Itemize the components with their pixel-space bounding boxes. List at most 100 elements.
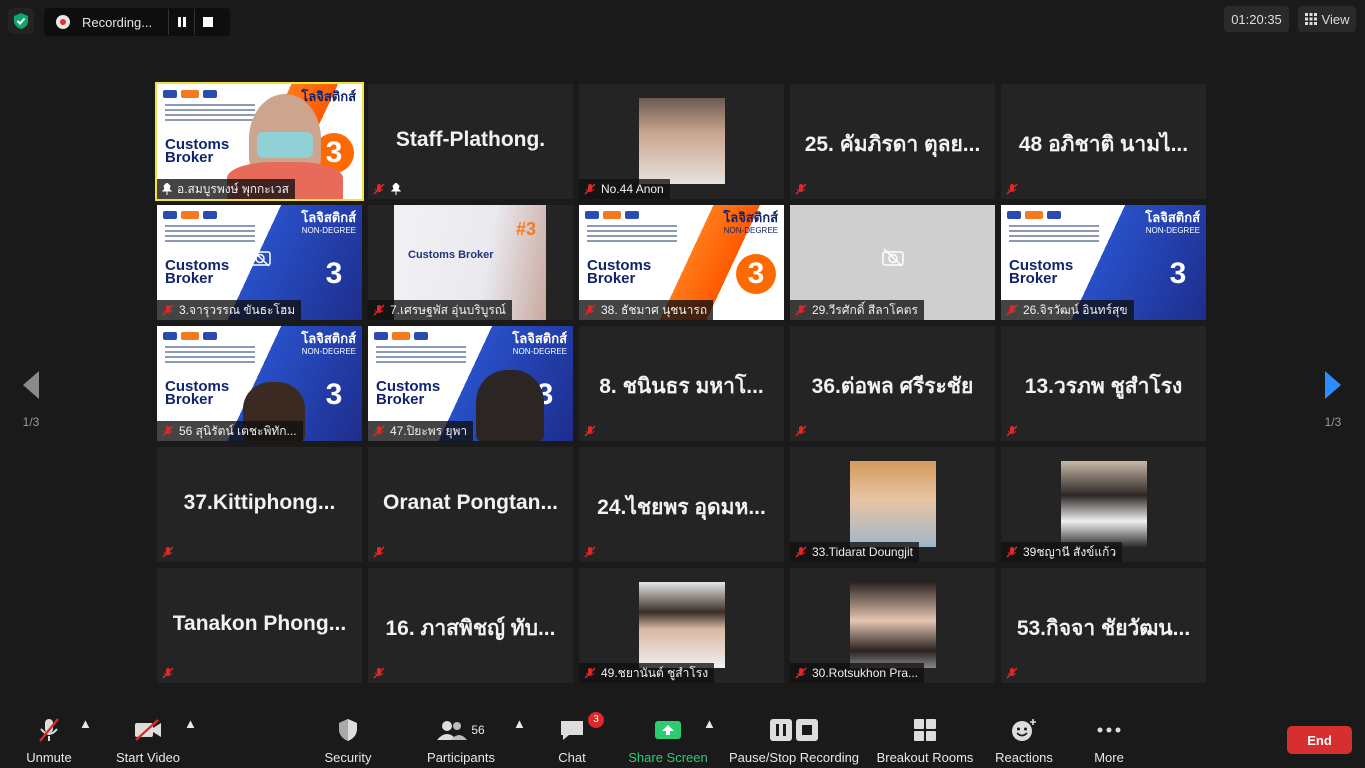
- participant-avatar: [849, 461, 936, 547]
- view-button[interactable]: View: [1298, 6, 1356, 32]
- mic-muted-icon: [373, 425, 385, 437]
- participants-count: 56: [471, 723, 485, 737]
- mic-muted-icon: [584, 183, 596, 195]
- pause-recording-button[interactable]: [168, 9, 194, 35]
- stop-icon: [796, 719, 818, 741]
- participant-avatar: [638, 98, 725, 184]
- mic-muted-icon: [795, 546, 807, 558]
- participant-name-label: [790, 179, 814, 199]
- participant-name-label: [157, 663, 181, 683]
- mic-muted-icon: [584, 304, 596, 316]
- stop-icon: [202, 17, 213, 27]
- recording-indicator: Recording...: [44, 8, 230, 36]
- mic-muted-icon: [795, 183, 807, 195]
- video-tile[interactable]: 29.วีรศักดิ์ สีลาโคตร: [790, 205, 995, 320]
- chevron-left-icon: [23, 371, 39, 399]
- participant-name-label: 56 สุนิรัตน์ เตชะพิทัก...: [157, 421, 303, 441]
- video-tile[interactable]: 25. คัมภิรดา ตุลย...: [790, 84, 995, 199]
- video-tile[interactable]: 39ชญานี สังข์แก้ว: [1001, 447, 1206, 562]
- reactions-icon: [1012, 719, 1036, 741]
- share-options-caret[interactable]: ▲: [703, 716, 716, 731]
- security-button[interactable]: Security: [318, 716, 378, 765]
- mic-muted-icon: [1006, 546, 1018, 558]
- video-tile[interactable]: Customs Broker โลจิสติกส์ 3 อ.สมบูรพงษ์ พ…: [155, 82, 364, 201]
- prev-page-button[interactable]: 1/3: [16, 370, 46, 429]
- video-tile[interactable]: 33.Tidarat Doungjit: [790, 447, 995, 562]
- participant-name: Staff-Plathong.: [395, 128, 546, 151]
- video-tile[interactable]: 16. ภาสพิชญ์ ทับ...: [368, 568, 573, 683]
- participants-options-caret[interactable]: ▲: [513, 716, 526, 731]
- meeting-timer: 01:20:35: [1224, 6, 1289, 32]
- end-meeting-button[interactable]: End: [1287, 726, 1352, 754]
- participant-name-label: [368, 179, 408, 199]
- video-tile[interactable]: Customs Broker #3 7.เศรษฐพัส อุ่นบริบูรณ…: [368, 205, 573, 320]
- more-button[interactable]: More: [1086, 716, 1132, 765]
- video-tile[interactable]: Customs Broker โลจิสติกส์ NON-DEGREE 3 38.…: [579, 205, 784, 320]
- security-shield-icon[interactable]: [8, 8, 34, 34]
- page-indicator-left: 1/3: [22, 415, 40, 429]
- video-tile[interactable]: Customs Broker โลจิสติกส์ NON-DEGREE 3 47.…: [368, 326, 573, 441]
- video-tile[interactable]: 30.Rotsukhon Pra...: [790, 568, 995, 683]
- pause-stop-recording-button[interactable]: Pause/Stop Recording: [726, 716, 862, 765]
- pin-icon: [390, 183, 402, 195]
- video-tile[interactable]: 53.กิจจา ชัยวัฒน...: [1001, 568, 1206, 683]
- stop-recording-button[interactable]: [194, 9, 220, 35]
- mic-muted-icon: [1006, 183, 1018, 195]
- pause-icon: [770, 719, 792, 741]
- video-tile[interactable]: 48 อภิชาติ นามไ...: [1001, 84, 1206, 199]
- participant-name-label: [579, 542, 603, 562]
- participant-name: 16. ภาสพิชญ์ ทับ...: [385, 617, 556, 640]
- video-tile[interactable]: No.44 Anon: [579, 84, 784, 199]
- mic-muted-icon: [795, 304, 807, 316]
- chat-icon: [561, 721, 583, 740]
- camera-off-icon: [881, 248, 904, 267]
- shield-icon: [339, 719, 357, 741]
- video-tile[interactable]: Customs Broker โลจิสติกส์ NON-DEGREE 3 3.จ…: [157, 205, 362, 320]
- participant-name-label: 3.จารุวรรณ ขันธะโฮม: [157, 300, 302, 320]
- meeting-toolbar: Unmute ▲ Start Video ▲ Security 56 Parti…: [0, 706, 1365, 768]
- mic-muted-icon: [584, 667, 596, 679]
- video-tile[interactable]: Customs Broker โลจิสติกส์ NON-DEGREE 3 56 …: [157, 326, 362, 441]
- video-tile[interactable]: 49.ชยานันต์ ชูสำโรง: [579, 568, 784, 683]
- mic-muted-icon: [162, 304, 174, 316]
- mic-muted-icon: [39, 718, 59, 742]
- video-tile[interactable]: Customs Broker โลจิสติกส์ NON-DEGREE 3 26.…: [1001, 205, 1206, 320]
- participant-name-label: 33.Tidarat Doungjit: [790, 542, 919, 562]
- chat-button[interactable]: 3 Chat: [550, 712, 604, 765]
- grid-view-icon: [1304, 13, 1317, 25]
- video-tile[interactable]: 8. ชนินธร มหาโ...: [579, 326, 784, 441]
- video-tile[interactable]: Oranat Pongtan...: [368, 447, 573, 562]
- participant-name-label: [579, 421, 603, 441]
- participants-button[interactable]: 56 Participants: [422, 716, 500, 765]
- audio-options-caret[interactable]: ▲: [79, 716, 92, 731]
- unmute-button[interactable]: Unmute: [18, 716, 80, 765]
- next-page-button[interactable]: 1/3: [1318, 370, 1348, 429]
- participant-name-label: [368, 663, 392, 683]
- participant-name: 13.วรภพ ชูสำโรง: [1024, 375, 1183, 398]
- participant-name-label: 49.ชยานันต์ ชูสำโรง: [579, 663, 715, 683]
- page-indicator-right: 1/3: [1324, 415, 1342, 429]
- video-tile[interactable]: Staff-Plathong.: [368, 84, 573, 199]
- participant-name: 37.Kittiphong...: [183, 491, 336, 514]
- mic-muted-icon: [373, 304, 385, 316]
- breakout-rooms-icon: [914, 719, 936, 741]
- participant-name: 24.ไชยพร อุดมห...: [597, 496, 766, 519]
- participant-avatar: [638, 582, 725, 668]
- participant-name: 36.ต่อพล ศรีระชัย: [811, 375, 974, 398]
- breakout-rooms-button[interactable]: Breakout Rooms: [874, 716, 976, 765]
- start-video-button[interactable]: Start Video: [112, 716, 184, 765]
- video-tile[interactable]: 24.ไชยพร อุดมห...: [579, 447, 784, 562]
- view-label: View: [1321, 11, 1350, 27]
- video-tile[interactable]: Tanakon Phong...: [157, 568, 362, 683]
- mic-muted-icon: [1006, 304, 1018, 316]
- video-tile[interactable]: 36.ต่อพล ศรีระชัย: [790, 326, 995, 441]
- video-options-caret[interactable]: ▲: [184, 716, 197, 731]
- reactions-button[interactable]: Reactions: [992, 716, 1056, 765]
- share-screen-button[interactable]: Share Screen: [626, 716, 710, 765]
- video-off-icon: [135, 719, 161, 741]
- mic-muted-icon: [162, 425, 174, 437]
- video-tile[interactable]: 37.Kittiphong...: [157, 447, 362, 562]
- mic-muted-icon: [795, 667, 807, 679]
- video-tile[interactable]: 13.วรภพ ชูสำโรง: [1001, 326, 1206, 441]
- participant-name-label: อ.สมบูรพงษ์ พุกกะเวส: [157, 179, 295, 199]
